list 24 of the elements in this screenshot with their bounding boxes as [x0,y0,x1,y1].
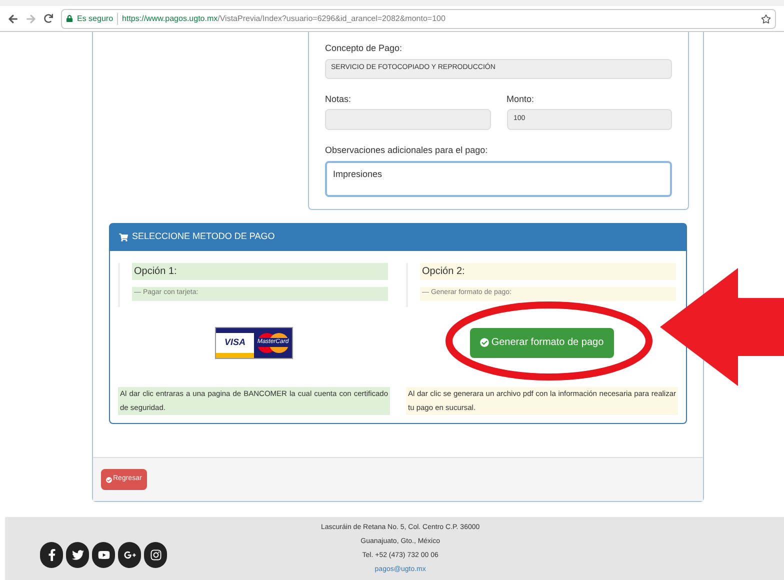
instagram-icon[interactable] [144,542,167,568]
field-label: Monto: [506,92,536,106]
twitter-icon[interactable] [66,542,89,568]
secure-label: Es seguro [77,12,118,24]
generate-format-button[interactable]: Generar formato de pago [470,328,614,358]
cart-icon [119,232,128,242]
reload-icon[interactable] [44,14,53,23]
back-icon[interactable] [8,14,18,24]
url-text: https://www.pagos.ugto.mx/VistaPrevia/Index?usuario=6296&id_arancel=2082&monto=100 [122,12,446,24]
panel-title: SELECCIONE METODO DE PAGO [132,230,275,244]
observaciones-field[interactable]: Impresiones [325,160,672,196]
google-plus-icon[interactable] [118,542,141,568]
bookmark-icon[interactable] [761,14,771,24]
check-icon [106,476,112,482]
field-label: Concepto de Pago: [325,42,404,55]
field-label: Notas: [325,92,352,106]
field-label: Observaciones adicionales para el pago: [325,144,489,157]
option-title: Opción 2: [420,262,676,280]
option-title: Opción 1: [132,262,388,280]
youtube-icon[interactable] [92,542,115,568]
check-icon [480,338,490,347]
lock-icon [66,15,73,22]
address-bar[interactable]: Es seguro https://www.pagos.ugto.mx/VistaPrevia/Index?usuario=6296&id_arancel=2082&monto=100 [61,8,776,28]
facebook-icon[interactable] [40,542,63,568]
